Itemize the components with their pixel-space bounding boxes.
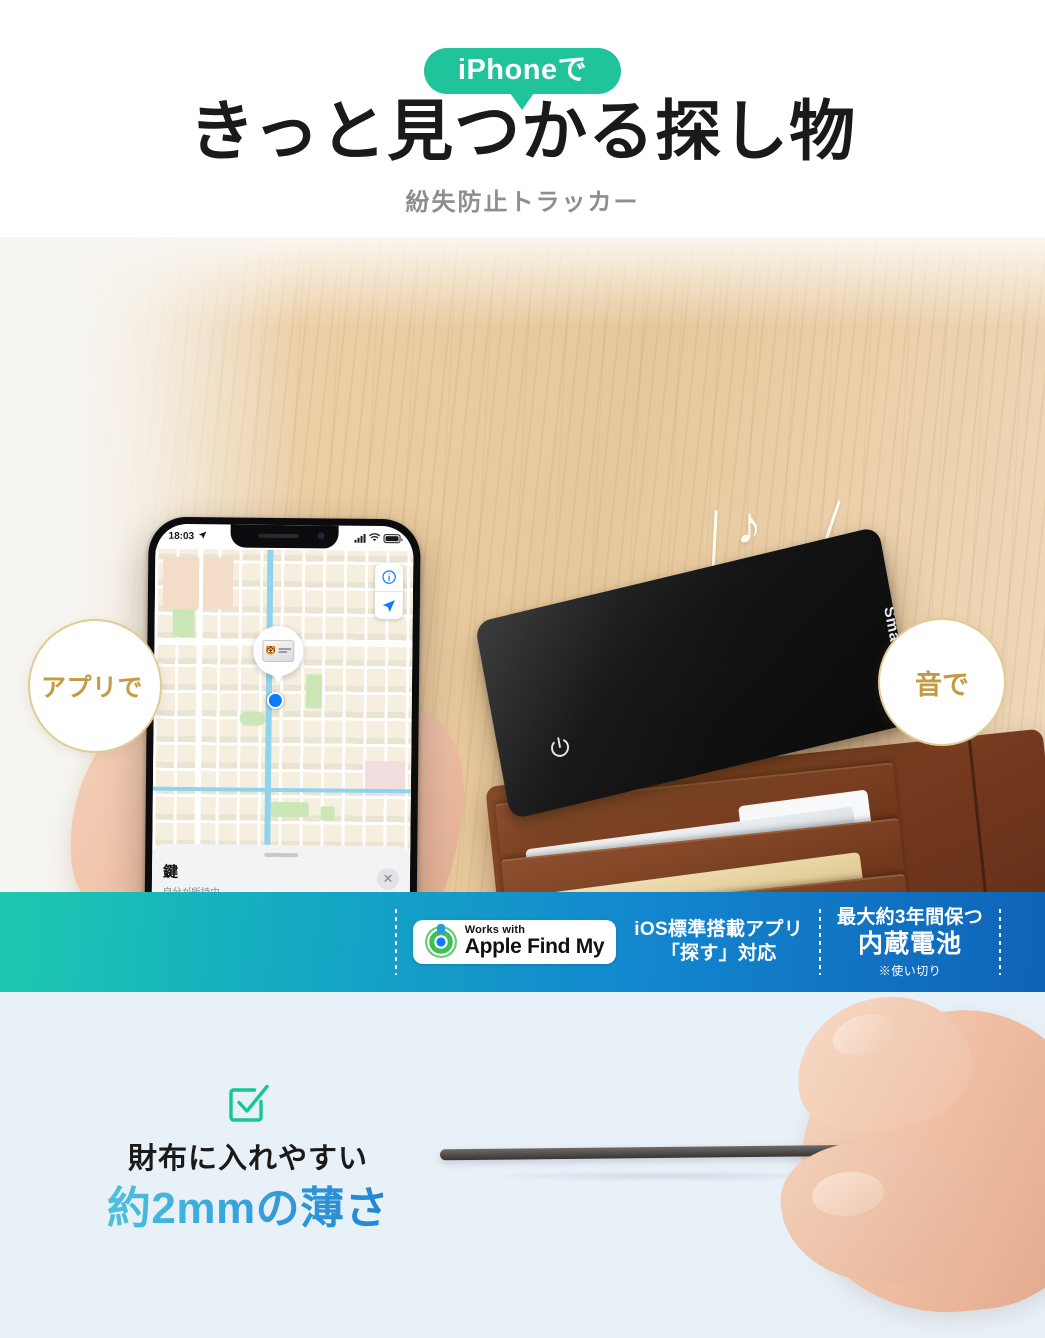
- map-controls[interactable]: [375, 563, 404, 619]
- locate-arrow-icon[interactable]: [375, 591, 403, 619]
- music-note-icon: ♪: [736, 500, 762, 552]
- page-subtitle: 紛失防止トラッカー: [0, 182, 1045, 217]
- thinness-section: 財布に入れやすい 約2mmの薄さ: [0, 992, 1045, 1338]
- feature-app-line2: 「探す」対応: [634, 942, 803, 967]
- wallet-spine: [968, 736, 1000, 892]
- iphone-badge: iPhoneで: [424, 48, 621, 94]
- find-my-badge-text: Works with Apple Find My: [465, 925, 605, 959]
- battery-icon: [383, 534, 400, 543]
- front-camera-icon: [318, 532, 325, 539]
- callout-card-thumb: 🐯: [262, 640, 294, 662]
- item-owner-status: 自分が所持中: [163, 884, 369, 892]
- app-callout-badge: アプリで: [28, 619, 162, 753]
- product-photo-scene: INTERNATIONAL ♪ ♪ Smart Track: [0, 237, 1045, 892]
- item-name: 鍵: [163, 864, 369, 884]
- close-icon[interactable]: ✕: [377, 868, 399, 890]
- apple-find-my-label: Apple Find My: [465, 936, 605, 958]
- page-title: きっと見つかる探し物: [0, 95, 1045, 169]
- map-park: [172, 609, 194, 637]
- find-my-item-sheet: 鍵 自分が所持中 たった今 ✕ サウンドを再生 オフ: [150, 844, 410, 892]
- user-location-dot: [267, 692, 284, 709]
- find-my-map[interactable]: 🐯: [152, 549, 413, 852]
- feature-banner: Works with Apple Find My iOS標準搭載アプリ 「探す」…: [0, 892, 1045, 992]
- hero-header: iPhoneで きっと見つかる探し物 紛失防止トラッカー: [0, 0, 1045, 237]
- map-park: [306, 674, 322, 708]
- feature-app-column: iOS標準搭載アプリ 「探す」対応: [634, 918, 803, 966]
- feature-battery-note: ※使い切り: [837, 962, 983, 979]
- banner-divider: [819, 909, 821, 975]
- feature-battery-column: 最大約3年間保つ 内蔵電池 ※使い切り: [837, 906, 983, 979]
- map-park: [240, 712, 266, 726]
- sound-callout-badge: 音で: [878, 618, 1006, 746]
- callout-card-lines: [279, 648, 292, 654]
- banner-divider: [999, 909, 1001, 975]
- thinness-line1: 財布に入れやすい: [78, 1142, 418, 1177]
- thinness-text-block: 財布に入れやすい 約2mmの薄さ: [78, 1080, 418, 1236]
- map-park: [321, 806, 335, 820]
- callout-emoji-icon: 🐯: [265, 646, 276, 655]
- earpiece-speaker: [259, 534, 299, 538]
- banner-divider: [395, 909, 397, 975]
- check-box-icon: [226, 1080, 270, 1124]
- sheet-grabber[interactable]: [264, 853, 298, 857]
- cellular-signal-icon: [354, 534, 365, 543]
- feature-battery-line1: 最大約3年間保つ: [837, 906, 983, 930]
- sheet-header: 鍵 自分が所持中 たった今 ✕: [163, 864, 400, 892]
- map-item-callout[interactable]: 🐯: [253, 626, 304, 677]
- thinness-line2: 約2mmの薄さ: [78, 1181, 418, 1236]
- iphone-screen: 18:03: [150, 524, 413, 892]
- info-icon[interactable]: [375, 563, 403, 591]
- iphone-notch: [230, 524, 338, 548]
- status-bar-right: [354, 532, 400, 544]
- find-my-logo-icon: [425, 926, 457, 958]
- feature-battery-line2: 内蔵電池: [837, 929, 983, 960]
- status-time: 18:03: [168, 531, 194, 542]
- feature-app-line1: iOS標準搭載アプリ: [634, 918, 803, 942]
- hero-badge-wrap: iPhoneで: [0, 48, 1045, 94]
- location-arrow-icon: [197, 530, 207, 543]
- wifi-icon: [368, 532, 380, 544]
- iphone-device: 18:03: [143, 517, 420, 892]
- works-with-apple-find-my-badge: Works with Apple Find My: [413, 920, 617, 965]
- status-bar-left: 18:03: [168, 530, 207, 543]
- power-icon: [545, 732, 576, 765]
- map-park: [271, 802, 309, 817]
